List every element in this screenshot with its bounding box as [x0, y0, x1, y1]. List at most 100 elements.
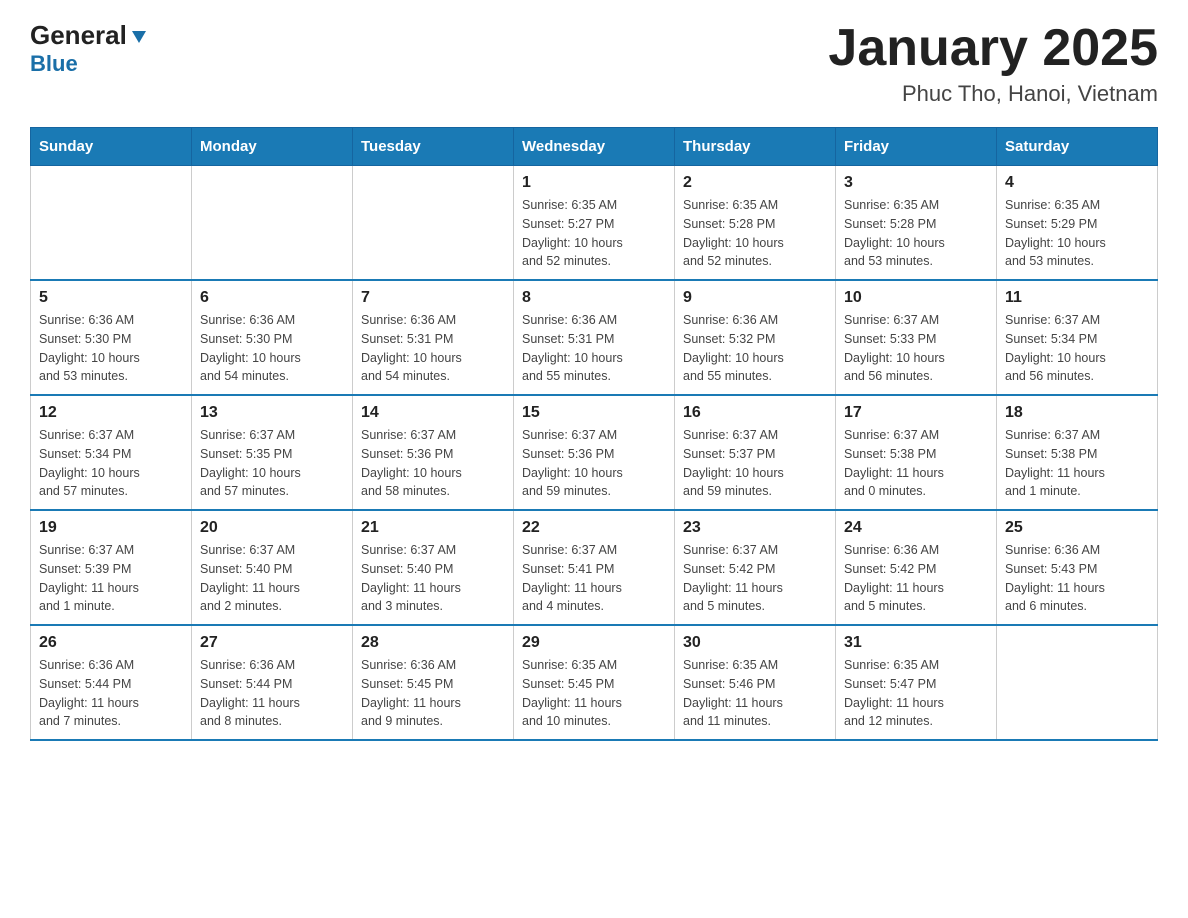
day-number: 3	[844, 174, 988, 192]
day-number: 13	[200, 404, 344, 422]
calendar-cell: 6 Sunrise: 6:36 AM Sunset: 5:30 PM Daylig…	[192, 280, 353, 395]
calendar-cell: 22 Sunrise: 6:37 AM Sunset: 5:41 PM Dayli…	[514, 510, 675, 625]
day-number: 16	[683, 404, 827, 422]
logo-triangle-icon	[130, 21, 148, 52]
day-info: Sunrise: 6:37 AM Sunset: 5:41 PM Dayligh…	[522, 541, 666, 616]
day-info: Sunrise: 6:37 AM Sunset: 5:39 PM Dayligh…	[39, 541, 183, 616]
day-info: Sunrise: 6:36 AM Sunset: 5:45 PM Dayligh…	[361, 656, 505, 731]
day-info: Sunrise: 6:36 AM Sunset: 5:30 PM Dayligh…	[200, 311, 344, 386]
day-number: 25	[1005, 519, 1149, 537]
calendar-cell: 30Sunrise: 6:35 AM Sunset: 5:46 PM Dayli…	[675, 625, 836, 740]
day-number: 17	[844, 404, 988, 422]
calendar-week-row: 19 Sunrise: 6:37 AM Sunset: 5:39 PM Dayli…	[31, 510, 1158, 625]
day-info: Sunrise: 6:35 AM Sunset: 5:29 PM Dayligh…	[1005, 196, 1149, 271]
page-subtitle: Phuc Tho, Hanoi, Vietnam	[828, 81, 1158, 107]
day-number: 18	[1005, 404, 1149, 422]
day-number: 26	[39, 634, 183, 652]
calendar-cell: 20Sunrise: 6:37 AM Sunset: 5:40 PM Dayli…	[192, 510, 353, 625]
calendar-cell: 7 Sunrise: 6:36 AM Sunset: 5:31 PM Daylig…	[353, 280, 514, 395]
calendar-cell: 1 Sunrise: 6:35 AM Sunset: 5:27 PM Daylig…	[514, 166, 675, 281]
day-info: Sunrise: 6:37 AM Sunset: 5:34 PM Dayligh…	[39, 426, 183, 501]
calendar-cell: 13 Sunrise: 6:37 AM Sunset: 5:35 PM Dayli…	[192, 395, 353, 510]
day-info: Sunrise: 6:35 AM Sunset: 5:28 PM Dayligh…	[683, 196, 827, 271]
day-number: 15	[522, 404, 666, 422]
day-info: Sunrise: 6:37 AM Sunset: 5:38 PM Dayligh…	[1005, 426, 1149, 501]
day-number: 1	[522, 174, 666, 192]
day-number: 5	[39, 289, 183, 307]
day-number: 21	[361, 519, 505, 537]
calendar-cell: 18 Sunrise: 6:37 AM Sunset: 5:38 PM Dayli…	[997, 395, 1158, 510]
calendar-cell: 27 Sunrise: 6:36 AM Sunset: 5:44 PM Dayli…	[192, 625, 353, 740]
day-info: Sunrise: 6:37 AM Sunset: 5:36 PM Dayligh…	[361, 426, 505, 501]
calendar-cell: 10 Sunrise: 6:37 AM Sunset: 5:33 PM Dayli…	[836, 280, 997, 395]
calendar-cell: 26 Sunrise: 6:36 AM Sunset: 5:44 PM Dayli…	[31, 625, 192, 740]
day-info: Sunrise: 6:37 AM Sunset: 5:38 PM Dayligh…	[844, 426, 988, 501]
page-header: General Blue January 2025 Phuc Tho, Hano…	[30, 20, 1158, 107]
day-info: Sunrise: 6:37 AM Sunset: 5:42 PM Dayligh…	[683, 541, 827, 616]
page-title: January 2025	[828, 20, 1158, 77]
day-number: 30	[683, 634, 827, 652]
day-info: Sunrise: 6:37 AM Sunset: 5:35 PM Dayligh…	[200, 426, 344, 501]
calendar-week-row: 5 Sunrise: 6:36 AM Sunset: 5:30 PM Daylig…	[31, 280, 1158, 395]
day-number: 20	[200, 519, 344, 537]
header-tuesday: Tuesday	[353, 128, 514, 166]
calendar-cell	[997, 625, 1158, 740]
day-number: 6	[200, 289, 344, 307]
day-info: Sunrise: 6:37 AM Sunset: 5:34 PM Dayligh…	[1005, 311, 1149, 386]
day-number: 8	[522, 289, 666, 307]
calendar-week-row: 12 Sunrise: 6:37 AM Sunset: 5:34 PM Dayli…	[31, 395, 1158, 510]
calendar-cell: 12 Sunrise: 6:37 AM Sunset: 5:34 PM Dayli…	[31, 395, 192, 510]
day-number: 7	[361, 289, 505, 307]
day-number: 14	[361, 404, 505, 422]
calendar-cell: 14 Sunrise: 6:37 AM Sunset: 5:36 PM Dayli…	[353, 395, 514, 510]
header-monday: Monday	[192, 128, 353, 166]
calendar-cell: 24Sunrise: 6:36 AM Sunset: 5:42 PM Dayli…	[836, 510, 997, 625]
calendar-cell: 3 Sunrise: 6:35 AM Sunset: 5:28 PM Daylig…	[836, 166, 997, 281]
day-info: Sunrise: 6:35 AM Sunset: 5:45 PM Dayligh…	[522, 656, 666, 731]
calendar-cell: 17 Sunrise: 6:37 AM Sunset: 5:38 PM Dayli…	[836, 395, 997, 510]
calendar-cell: 19 Sunrise: 6:37 AM Sunset: 5:39 PM Dayli…	[31, 510, 192, 625]
day-info: Sunrise: 6:37 AM Sunset: 5:40 PM Dayligh…	[361, 541, 505, 616]
title-block: January 2025 Phuc Tho, Hanoi, Vietnam	[828, 20, 1158, 107]
calendar-cell: 4 Sunrise: 6:35 AM Sunset: 5:29 PM Daylig…	[997, 166, 1158, 281]
calendar-cell: 28Sunrise: 6:36 AM Sunset: 5:45 PM Dayli…	[353, 625, 514, 740]
day-info: Sunrise: 6:35 AM Sunset: 5:28 PM Dayligh…	[844, 196, 988, 271]
day-number: 2	[683, 174, 827, 192]
logo: General Blue	[30, 20, 148, 77]
day-info: Sunrise: 6:37 AM Sunset: 5:33 PM Dayligh…	[844, 311, 988, 386]
day-info: Sunrise: 6:36 AM Sunset: 5:44 PM Dayligh…	[200, 656, 344, 731]
day-info: Sunrise: 6:36 AM Sunset: 5:31 PM Dayligh…	[361, 311, 505, 386]
calendar-table: SundayMondayTuesdayWednesdayThursdayFrid…	[30, 127, 1158, 741]
logo-blue-text: Blue	[30, 51, 148, 77]
day-info: Sunrise: 6:36 AM Sunset: 5:43 PM Dayligh…	[1005, 541, 1149, 616]
calendar-cell	[353, 166, 514, 281]
calendar-cell: 11 Sunrise: 6:37 AM Sunset: 5:34 PM Dayli…	[997, 280, 1158, 395]
day-number: 10	[844, 289, 988, 307]
calendar-cell	[31, 166, 192, 281]
day-number: 29	[522, 634, 666, 652]
day-number: 27	[200, 634, 344, 652]
calendar-cell: 5Sunrise: 6:36 AM Sunset: 5:30 PM Daylig…	[31, 280, 192, 395]
header-friday: Friday	[836, 128, 997, 166]
day-number: 11	[1005, 289, 1149, 307]
day-info: Sunrise: 6:36 AM Sunset: 5:44 PM Dayligh…	[39, 656, 183, 731]
header-sunday: Sunday	[31, 128, 192, 166]
logo-general-text: General	[30, 20, 127, 51]
day-number: 19	[39, 519, 183, 537]
calendar-cell: 15Sunrise: 6:37 AM Sunset: 5:36 PM Dayli…	[514, 395, 675, 510]
day-number: 31	[844, 634, 988, 652]
day-number: 9	[683, 289, 827, 307]
calendar-header-row: SundayMondayTuesdayWednesdayThursdayFrid…	[31, 128, 1158, 166]
day-number: 22	[522, 519, 666, 537]
calendar-cell: 25 Sunrise: 6:36 AM Sunset: 5:43 PM Dayli…	[997, 510, 1158, 625]
calendar-week-row: 1 Sunrise: 6:35 AM Sunset: 5:27 PM Daylig…	[31, 166, 1158, 281]
day-number: 12	[39, 404, 183, 422]
day-number: 23	[683, 519, 827, 537]
day-info: Sunrise: 6:35 AM Sunset: 5:27 PM Dayligh…	[522, 196, 666, 271]
day-info: Sunrise: 6:35 AM Sunset: 5:47 PM Dayligh…	[844, 656, 988, 731]
day-number: 4	[1005, 174, 1149, 192]
calendar-cell: 21 Sunrise: 6:37 AM Sunset: 5:40 PM Dayli…	[353, 510, 514, 625]
calendar-cell: 8Sunrise: 6:36 AM Sunset: 5:31 PM Daylig…	[514, 280, 675, 395]
calendar-cell: 9Sunrise: 6:36 AM Sunset: 5:32 PM Daylig…	[675, 280, 836, 395]
day-info: Sunrise: 6:37 AM Sunset: 5:37 PM Dayligh…	[683, 426, 827, 501]
